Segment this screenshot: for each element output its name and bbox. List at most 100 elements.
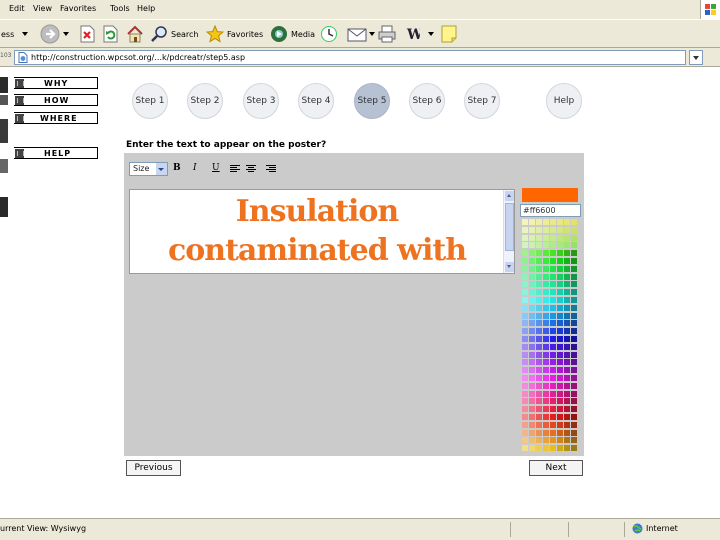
palette-swatch[interactable] (529, 343, 535, 350)
palette-swatch[interactable] (550, 398, 556, 405)
palette-swatch[interactable] (557, 234, 563, 241)
palette-swatch[interactable] (536, 367, 542, 374)
palette-swatch[interactable] (543, 320, 549, 327)
palette-swatch[interactable] (571, 343, 577, 350)
palette-swatch[interactable] (550, 414, 556, 420)
palette-swatch[interactable] (522, 336, 528, 342)
palette-swatch[interactable] (571, 265, 577, 272)
bold-button[interactable]: B (173, 163, 181, 173)
palette-swatch[interactable] (529, 219, 535, 225)
palette-swatch[interactable] (536, 242, 542, 249)
palette-swatch[interactable] (536, 265, 542, 272)
palette-swatch[interactable] (564, 414, 570, 420)
palette-swatch[interactable] (536, 312, 542, 319)
palette-swatch[interactable] (522, 265, 528, 272)
palette-swatch[interactable] (550, 406, 556, 413)
palette-swatch[interactable] (564, 445, 570, 452)
palette-swatch[interactable] (522, 320, 528, 327)
palette-swatch[interactable] (529, 437, 535, 444)
palette-swatch[interactable] (536, 406, 542, 413)
palette-swatch[interactable] (564, 429, 570, 436)
palette-swatch[interactable] (571, 382, 577, 389)
palette-swatch[interactable] (543, 359, 549, 366)
palette-swatch[interactable] (543, 390, 549, 397)
palette-swatch[interactable] (564, 297, 570, 303)
palette-swatch[interactable] (522, 226, 528, 233)
palette-swatch[interactable] (571, 398, 577, 405)
palette-swatch[interactable] (564, 375, 570, 381)
palette-swatch[interactable] (536, 421, 542, 428)
palette-swatch[interactable] (571, 219, 577, 225)
palette-swatch[interactable] (564, 421, 570, 428)
palette-swatch[interactable] (564, 390, 570, 397)
palette-swatch[interactable] (529, 273, 535, 280)
align-center-icon[interactable] (246, 165, 256, 173)
palette-swatch[interactable] (543, 297, 549, 303)
mail-button[interactable] (347, 24, 376, 44)
palette-swatch[interactable] (550, 390, 556, 397)
palette-swatch[interactable] (550, 328, 556, 335)
menu-tools[interactable]: Tools (110, 4, 130, 13)
palette-swatch[interactable] (557, 320, 563, 327)
palette-swatch[interactable] (529, 414, 535, 420)
palette-swatch[interactable] (536, 219, 542, 225)
scroll-thumb[interactable] (505, 203, 514, 251)
palette-swatch[interactable] (543, 242, 549, 249)
print-button[interactable] (378, 24, 396, 44)
palette-swatch[interactable] (543, 234, 549, 241)
menu-help[interactable]: Help (137, 4, 155, 13)
palette-swatch[interactable] (564, 281, 570, 288)
palette-swatch[interactable] (529, 382, 535, 389)
palette-swatch[interactable] (529, 242, 535, 249)
palette-swatch[interactable] (550, 258, 556, 264)
palette-swatch[interactable] (557, 289, 563, 296)
palette-swatch[interactable] (543, 445, 549, 452)
palette-swatch[interactable] (529, 258, 535, 264)
menu-view[interactable]: View (33, 4, 52, 13)
palette-swatch[interactable] (536, 328, 542, 335)
palette-swatch[interactable] (522, 289, 528, 296)
palette-swatch[interactable] (522, 390, 528, 397)
palette-swatch[interactable] (543, 437, 549, 444)
palette-swatch[interactable] (522, 437, 528, 444)
palette-swatch[interactable] (529, 320, 535, 327)
palette-swatch[interactable] (543, 414, 549, 420)
palette-swatch[interactable] (564, 382, 570, 389)
palette-swatch[interactable] (536, 359, 542, 366)
palette-swatch[interactable] (529, 304, 535, 311)
palette-swatch[interactable] (529, 429, 535, 436)
palette-swatch[interactable] (522, 406, 528, 413)
palette-swatch[interactable] (571, 258, 577, 264)
palette-swatch[interactable] (571, 234, 577, 241)
palette-swatch[interactable] (557, 445, 563, 452)
palette-swatch[interactable] (543, 219, 549, 225)
scroll-down-icon[interactable] (505, 262, 514, 272)
font-size-select[interactable]: Size (129, 162, 168, 176)
palette-swatch[interactable] (557, 265, 563, 272)
palette-swatch[interactable] (529, 250, 535, 257)
palette-swatch[interactable] (571, 406, 577, 413)
palette-swatch[interactable] (529, 421, 535, 428)
palette-swatch[interactable] (557, 250, 563, 257)
palette-swatch[interactable] (522, 297, 528, 303)
back-button[interactable]: ess (0, 24, 29, 44)
palette-swatch[interactable] (564, 320, 570, 327)
palette-swatch[interactable] (571, 336, 577, 342)
palette-swatch[interactable] (564, 304, 570, 311)
address-input[interactable]: http://construction.wpcsot.org/...k/pdcr… (14, 50, 686, 65)
palette-swatch[interactable] (564, 265, 570, 272)
palette-swatch[interactable] (536, 437, 542, 444)
next-button[interactable]: Next (529, 460, 583, 476)
palette-swatch[interactable] (536, 234, 542, 241)
palette-swatch[interactable] (557, 304, 563, 311)
palette-swatch[interactable] (550, 289, 556, 296)
palette-swatch[interactable] (557, 421, 563, 428)
palette-swatch[interactable] (536, 390, 542, 397)
palette-swatch[interactable] (564, 258, 570, 264)
palette-swatch[interactable] (543, 406, 549, 413)
palette-swatch[interactable] (550, 359, 556, 366)
palette-swatch[interactable] (550, 250, 556, 257)
palette-swatch[interactable] (536, 351, 542, 358)
palette-swatch[interactable] (550, 421, 556, 428)
palette-swatch[interactable] (522, 273, 528, 280)
